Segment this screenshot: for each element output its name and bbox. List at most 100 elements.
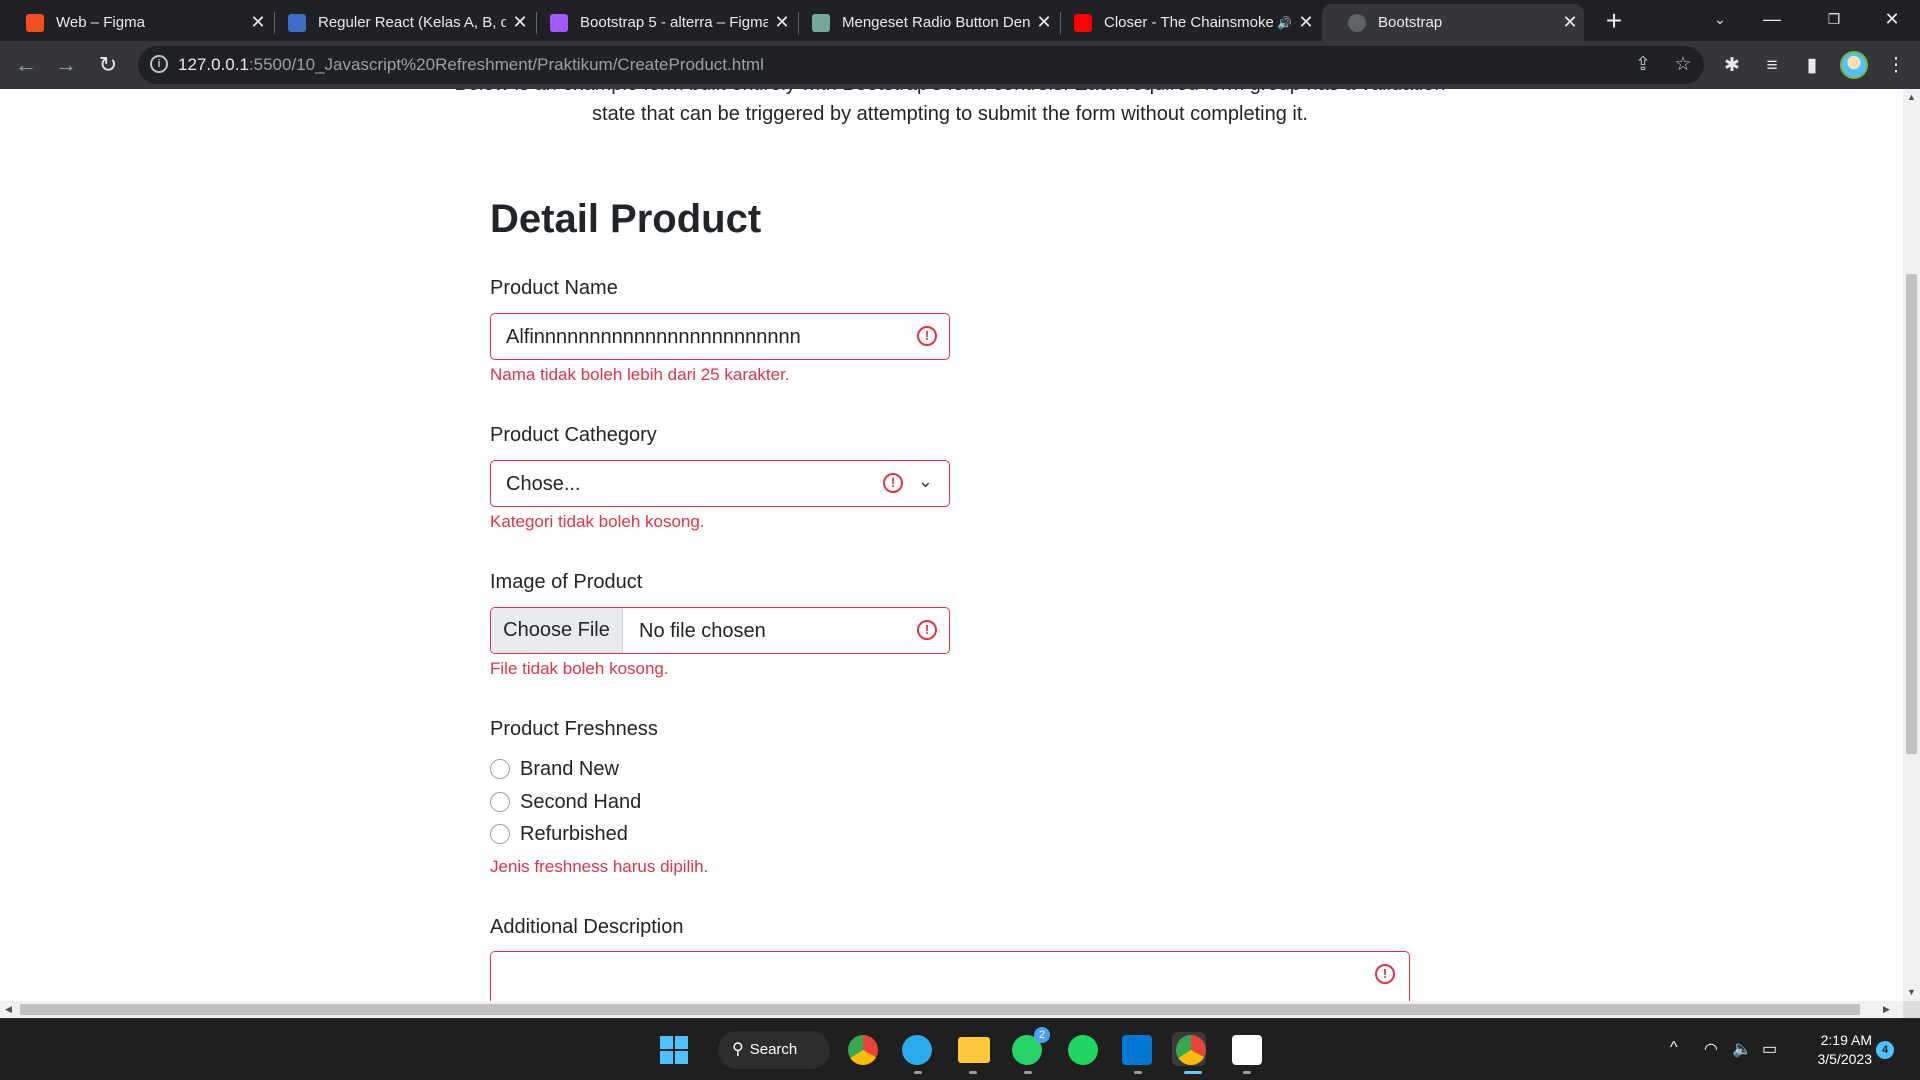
scroll-right-arrow[interactable]: ▶ bbox=[1878, 1001, 1895, 1018]
notion-icon[interactable] bbox=[1232, 1035, 1262, 1065]
extensions-icon[interactable]: ✱ bbox=[1720, 54, 1744, 78]
radio-label[interactable]: Refurbished bbox=[520, 823, 628, 846]
new-tab-button[interactable]: + bbox=[1598, 6, 1630, 38]
horizontal-scroll-thumb[interactable] bbox=[20, 1004, 1860, 1015]
close-window-button[interactable]: ✕ bbox=[1866, 0, 1918, 40]
radio-circle[interactable] bbox=[490, 792, 510, 812]
spotify-icon[interactable] bbox=[1068, 1035, 1098, 1065]
error-icon: ! bbox=[917, 620, 937, 640]
tab-reguler-react[interactable]: Reguler React (Kelas A, B, dan C) ✕ bbox=[262, 4, 534, 41]
browser-toolbar: ← → ↻ i 127.0.0.1:5500/10_Javascript%20R… bbox=[0, 41, 1920, 89]
url-text[interactable]: 127.0.0.1:5500/10_Javascript%20Refreshme… bbox=[178, 55, 764, 75]
running-indicator bbox=[969, 1071, 977, 1074]
close-tab-icon[interactable]: ✕ bbox=[1292, 12, 1320, 33]
product-image-label: Image of Product bbox=[490, 571, 643, 593]
clock-time: 2:19 AM bbox=[1820, 1032, 1872, 1048]
file-explorer-icon[interactable] bbox=[958, 1037, 990, 1063]
scroll-down-arrow[interactable]: ▼ bbox=[1903, 984, 1920, 1001]
category-selected-value: Chose... bbox=[506, 473, 581, 495]
share-icon[interactable]: ⇪ bbox=[1632, 54, 1654, 76]
reload-button[interactable]: ↻ bbox=[94, 51, 122, 79]
clock-date: 3/5/2023 bbox=[1817, 1051, 1873, 1067]
forward-button[interactable]: → bbox=[52, 51, 80, 79]
chevron-down-icon: ⌄ bbox=[917, 471, 933, 491]
chrome-taskbar-icon[interactable] bbox=[848, 1035, 878, 1065]
speaker-icon[interactable]: 🔊 bbox=[1277, 16, 1292, 30]
additional-description-textarea[interactable]: ! bbox=[490, 951, 1410, 1001]
bookmark-star-icon[interactable]: ☆ bbox=[1672, 54, 1694, 76]
youtube-icon bbox=[1074, 13, 1092, 32]
radio-second-hand[interactable]: Second Hand bbox=[490, 790, 641, 814]
tab-youtube[interactable]: Closer - The Chainsmokers 🔊 ✕ bbox=[1048, 4, 1320, 41]
tab-strip: Web – Figma ✕ Reguler React (Kelas A, B,… bbox=[0, 0, 1920, 41]
file-status-text: No file chosen bbox=[639, 620, 766, 642]
volume-icon[interactable]: 🔈 bbox=[1732, 1039, 1752, 1059]
vertical-scroll-thumb[interactable] bbox=[1906, 274, 1917, 754]
notification-badge[interactable]: 4 bbox=[1876, 1041, 1894, 1059]
running-indicator bbox=[1243, 1071, 1251, 1074]
vertical-scrollbar[interactable]: ▲ ▼ bbox=[1903, 89, 1920, 1001]
tab-figma-web[interactable]: Web – Figma ✕ bbox=[0, 4, 272, 41]
globe-icon bbox=[1348, 13, 1366, 32]
product-name-value: Alfinnnnnnnnnnnnnnnnnnnnnnnn bbox=[506, 326, 801, 348]
running-indicator bbox=[914, 1071, 922, 1074]
back-button[interactable]: ← bbox=[12, 51, 40, 79]
tab-title: Web – Figma bbox=[56, 14, 145, 31]
address-bar[interactable]: i 127.0.0.1:5500/10_Javascript%20Refresh… bbox=[138, 46, 1704, 84]
radio-label[interactable]: Second Hand bbox=[520, 791, 641, 814]
horizontal-scrollbar[interactable]: ◀ ▶ bbox=[0, 1001, 1903, 1018]
tab-title: Closer - The Chainsmokers bbox=[1104, 14, 1274, 31]
product-category-label: Product Cathegory bbox=[490, 424, 657, 446]
radio-circle[interactable] bbox=[490, 759, 510, 779]
battery-icon[interactable]: ▭ bbox=[1762, 1039, 1777, 1059]
figma-icon bbox=[550, 13, 568, 32]
vscode-icon[interactable] bbox=[1122, 1035, 1152, 1065]
chevron-up-icon[interactable]: ^ bbox=[1670, 1039, 1678, 1057]
search-icon: ⚲ bbox=[732, 1041, 744, 1058]
tab-bootstrap-figma[interactable]: Bootstrap 5 - alterra – Figma ✕ bbox=[524, 4, 796, 41]
side-panel-icon[interactable]: ▮ bbox=[1800, 54, 1824, 78]
url-path: :5500/10_Javascript%20Refreshment/Prakti… bbox=[248, 55, 764, 74]
profile-avatar[interactable] bbox=[1840, 51, 1868, 79]
radio-brand-new[interactable]: Brand New bbox=[490, 757, 619, 781]
intro-text: Below is an example form built entirely … bbox=[455, 89, 1446, 125]
tab-search-button[interactable]: ⌄ bbox=[1694, 0, 1746, 40]
radio-label[interactable]: Brand New bbox=[520, 758, 619, 781]
windows-taskbar: ⚲ Search 2 ^ ◠ 🔈 ▭ 2:19 AM 3/5/2023 4 bbox=[0, 1018, 1920, 1080]
whatsapp-badge: 2 bbox=[1034, 1027, 1050, 1043]
taskbar-search-button[interactable]: ⚲ Search bbox=[718, 1031, 830, 1069]
restore-button[interactable]: ❐ bbox=[1808, 0, 1860, 40]
tab-bootstrap[interactable]: Bootstrap ✕ bbox=[1322, 4, 1584, 41]
chatgpt-icon bbox=[812, 13, 830, 32]
chrome-icon[interactable] bbox=[1176, 1035, 1206, 1065]
close-tab-icon[interactable]: ✕ bbox=[1556, 12, 1584, 33]
error-icon: ! bbox=[1375, 964, 1395, 984]
wifi-icon[interactable]: ◠ bbox=[1704, 1039, 1718, 1059]
taskbar-clock[interactable]: 2:19 AM 3/5/2023 bbox=[1800, 1031, 1873, 1069]
error-icon: ! bbox=[883, 473, 903, 493]
product-image-input[interactable]: Choose File No file chosen ! bbox=[490, 607, 950, 654]
media-controls-icon[interactable]: ≡ bbox=[1760, 54, 1784, 78]
alterra-icon bbox=[288, 13, 306, 32]
page-title: Detail Product bbox=[490, 197, 762, 241]
minimize-button[interactable]: — bbox=[1746, 0, 1798, 40]
tab-chatgpt[interactable]: Mengeset Radio Button Dengan ✕ bbox=[786, 4, 1058, 41]
product-category-select[interactable]: Chose... ! ⌄ bbox=[490, 460, 950, 507]
tab-title: Mengeset Radio Button Dengan bbox=[842, 14, 1030, 31]
product-name-input[interactable]: Alfinnnnnnnnnnnnnnnnnnnnnnnn ! bbox=[490, 313, 950, 360]
running-indicator bbox=[1134, 1071, 1142, 1074]
windows-start-icon[interactable] bbox=[660, 1036, 688, 1064]
taskbar-search-label: Search bbox=[749, 1041, 798, 1058]
telegram-icon[interactable] bbox=[902, 1035, 932, 1065]
scroll-left-arrow[interactable]: ◀ bbox=[0, 1001, 17, 1018]
radio-refurbished[interactable]: Refurbished bbox=[490, 822, 628, 846]
info-icon[interactable]: i bbox=[150, 55, 168, 73]
scrollbar-corner bbox=[1903, 1001, 1920, 1018]
chrome-menu-icon[interactable]: ⋮ bbox=[1884, 54, 1908, 78]
product-name-error: Nama tidak boleh lebih dari 25 karakter. bbox=[490, 365, 790, 384]
choose-file-button[interactable]: Choose File bbox=[491, 608, 623, 653]
radio-circle[interactable] bbox=[490, 824, 510, 844]
product-freshness-label: Product Freshness bbox=[490, 718, 658, 740]
scroll-up-arrow[interactable]: ▲ bbox=[1903, 89, 1920, 106]
product-name-label: Product Name bbox=[490, 277, 618, 299]
